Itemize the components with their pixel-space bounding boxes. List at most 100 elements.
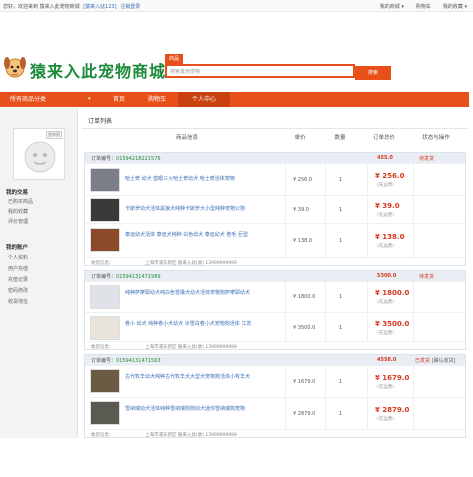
shipping-info-label: 收货信息： <box>91 345 114 350</box>
product-thumbnail[interactable] <box>90 228 120 252</box>
sidebar-item-profile[interactable]: 个人资料 <box>8 254 28 261</box>
order-header: 订单编号：01594218221576 455.0 待发货 <box>85 153 465 163</box>
sidebar-item-recharge-history[interactable]: 充值记录 <box>8 276 28 283</box>
order-total: 4558.0 <box>377 357 397 363</box>
shipping-note: (先运费) <box>377 300 395 305</box>
order-status: 待发货 <box>419 156 435 162</box>
quantity: 1 <box>339 411 343 417</box>
favorites-menu[interactable]: 我的收藏 ▾ <box>443 3 467 10</box>
default-avatar-icon <box>24 141 56 173</box>
order-number-value: 01594131471563 <box>116 358 161 364</box>
unit-price: ¥ 1800.0 <box>293 294 316 300</box>
product-name-link[interactable]: 古代牧羊幼犬纯种古代牧羊犬大型犬宠物狗活体小牧羊犬 <box>125 374 275 381</box>
shipping-note: (先运费) <box>377 244 395 249</box>
search-tab-products[interactable]: 商品 <box>165 54 184 64</box>
search-input[interactable]: 搜索其他宠物 <box>165 64 355 78</box>
table-row: 卷小 幼犬 纯种卷小犬幼犬 冰雪白卷小犬宠物狗活体 江苏 ¥ 3500.0 1 … <box>85 312 465 342</box>
top-bar: 您好，欢迎来到 猿来入此宠物商城 [猿来入此123] 注销登录 我的商城 ▾ 购… <box>0 0 473 12</box>
product-thumbnail[interactable] <box>90 285 120 309</box>
page-title: 订单列表 <box>88 118 113 125</box>
confirm-receipt-button[interactable]: [确认收货] <box>432 358 456 364</box>
unit-price: ¥ 3500.0 <box>293 325 316 331</box>
user-sidebar: 更换图 我的交易 已购买商品 我的收藏 评价管理 我的账户 个人资料 用户充值 … <box>0 108 78 438</box>
order-footer: 收货信息： 上海市浦东新区 猿来入此(收) 13999999999 <box>85 429 465 438</box>
subtotal: ¥ 2879.0 <box>375 406 410 414</box>
quantity: 1 <box>339 207 343 213</box>
nav-personal-center[interactable]: 个人中心 <box>178 92 230 107</box>
subtotal: ¥ 138.0 <box>375 233 405 241</box>
main-nav: 所有商品分类 ▾ 首页 购物车 个人中心 <box>0 92 469 107</box>
my-mall-menu[interactable]: 我的商城 ▾ <box>380 3 404 10</box>
product-name-link[interactable]: 雪纳瑞幼犬活体纯种雪纳瑞狗狗幼犬迷你雪纳瑞狗宠物 <box>125 406 275 413</box>
quantity: 1 <box>339 379 343 385</box>
shipping-note: (先运费) <box>377 183 395 188</box>
product-thumbnail[interactable] <box>90 369 120 393</box>
subtotal: ¥ 39.0 <box>375 202 400 210</box>
avatar[interactable]: 更换图 <box>13 128 65 180</box>
status-shipped: 已发货 <box>415 358 431 364</box>
unit-price: ¥ 2879.0 <box>293 411 316 417</box>
shipping-note: (先运费) <box>377 331 395 336</box>
unit-price: ¥ 256.0 <box>293 177 313 183</box>
product-thumbnail[interactable] <box>90 316 120 340</box>
cart-link[interactable]: 购物车 <box>416 3 431 10</box>
sidebar-item-password[interactable]: 密码修改 <box>8 287 28 294</box>
quantity: 1 <box>339 294 343 300</box>
order-number-value: 01594218221576 <box>116 156 161 162</box>
product-thumbnail[interactable] <box>90 168 120 192</box>
table-row: 雪纳瑞幼犬活体纯种雪纳瑞狗狗幼犬迷你雪纳瑞狗宠物 ¥ 2879.0 1 ¥ 28… <box>85 397 465 429</box>
order-header: 订单编号：01594131471989 5300.0 待发货 <box>85 271 465 281</box>
col-unit-price: 单价 <box>294 135 306 141</box>
table-row: 古代牧羊幼犬纯种古代牧羊犬大型犬宠物狗活体小牧羊犬 ¥ 1679.0 1 ¥ 1… <box>85 365 465 397</box>
site-logo[interactable]: 猿来入此宠物商城 <box>0 52 190 84</box>
col-quantity: 数量 <box>334 135 346 141</box>
table-row: 纯种萨摩耶幼犬纯白色雪橇犬幼犬活体宠物狗萨摩耶幼犬 ¥ 1800.0 1 ¥ 1… <box>85 281 465 312</box>
sidebar-item-favorites[interactable]: 我的收藏 <box>8 208 28 215</box>
unit-price: ¥ 138.0 <box>293 238 313 244</box>
subtotal: ¥ 1679.0 <box>375 374 410 382</box>
product-name-link[interactable]: 泰迪幼犬活体 泰迪犬纯种 白色幼犬 泰迪幼犬 卷毛 巨型 <box>125 232 275 239</box>
search-button[interactable]: 搜索 <box>355 66 391 80</box>
nav-cart[interactable]: 购物车 <box>140 92 174 107</box>
product-thumbnail[interactable] <box>90 401 120 425</box>
order-total: 5300.0 <box>377 273 397 279</box>
sidebar-item-reviews[interactable]: 评价管理 <box>8 218 28 225</box>
all-categories-label: 所有商品分类 <box>10 96 47 103</box>
product-name-link[interactable]: 卷小 幼犬 纯种卷小犬幼犬 冰雪白卷小犬宠物狗活体 江苏 <box>125 321 275 328</box>
col-order-total: 订单总价 <box>372 135 395 141</box>
search-placeholder: 搜索其他宠物 <box>170 69 201 75</box>
product-thumbnail[interactable] <box>90 198 120 222</box>
product-name-link[interactable]: 卡斯罗幼犬活体黑狼犬纯种卡斯罗大小型纯种宠物公狗 <box>125 206 275 213</box>
order-card: 订单编号：01594218221576 455.0 待发货 哈士奇 幼犬 蓝眼三… <box>84 152 466 266</box>
unit-price: ¥ 39.0 <box>293 207 309 213</box>
order-header: 订单编号：01594131471563 4558.0 已发货 [确认收货] <box>85 355 465 365</box>
sidebar-item-recharge[interactable]: 用户充值 <box>8 265 28 272</box>
login-link[interactable]: [猿来入此123] <box>83 4 116 10</box>
table-row: 哈士奇 幼犬 蓝眼三火哈士奇幼犬 哈士奇活体宠物 ¥ 256.0 1 ¥ 256… <box>85 163 465 195</box>
sidebar-item-purchased[interactable]: 已购买商品 <box>8 198 33 205</box>
change-avatar-badge[interactable]: 更换图 <box>46 131 62 139</box>
top-links: 我的商城 ▾ 购物车 我的收藏 ▾ <box>380 3 467 10</box>
unit-price: ¥ 1679.0 <box>293 379 316 385</box>
shipping-note: (先运费) <box>377 417 395 422</box>
order-number-label: 订单编号： <box>91 358 117 364</box>
order-total: 455.0 <box>377 155 393 161</box>
sidebar-item-address[interactable]: 收货地址 <box>8 298 28 305</box>
shipping-info-label: 收货信息： <box>91 261 114 266</box>
table-row: 泰迪幼犬活体 泰迪犬纯种 白色幼犬 泰迪幼犬 卷毛 巨型 ¥ 138.0 1 ¥… <box>85 223 465 257</box>
product-name-link[interactable]: 哈士奇 幼犬 蓝眼三火哈士奇幼犬 哈士奇活体宠物 <box>125 176 275 183</box>
subtotal: ¥ 3500.0 <box>375 320 410 328</box>
nav-home[interactable]: 首页 <box>102 92 136 107</box>
logout-link[interactable]: 注销登录 <box>120 4 140 10</box>
quantity: 1 <box>339 238 343 244</box>
shipping-info: 上海市浦东新区 猿来入此(收) 13999999999 <box>145 261 237 266</box>
section-my-account: 我的账户 <box>6 245 29 251</box>
shipping-info: 上海市浦东新区 猿来入此(收) 13999999999 <box>145 345 237 350</box>
shipping-note: (先运费) <box>377 385 395 390</box>
order-footer: 收货信息： 上海市浦东新区 猿来入此(收) 13999999999 <box>85 257 465 266</box>
order-footer: 收货信息： 上海市浦东新区 猿来入此(收) 13999999999 <box>85 341 465 350</box>
order-number: 订单编号：01594131471989 <box>91 273 161 280</box>
dog-mascot-icon <box>4 57 26 78</box>
all-categories-menu[interactable]: 所有商品分类 ▾ <box>0 92 98 107</box>
product-name-link[interactable]: 纯种萨摩耶幼犬纯白色雪橇犬幼犬活体宠物狗萨摩耶幼犬 <box>125 290 275 297</box>
